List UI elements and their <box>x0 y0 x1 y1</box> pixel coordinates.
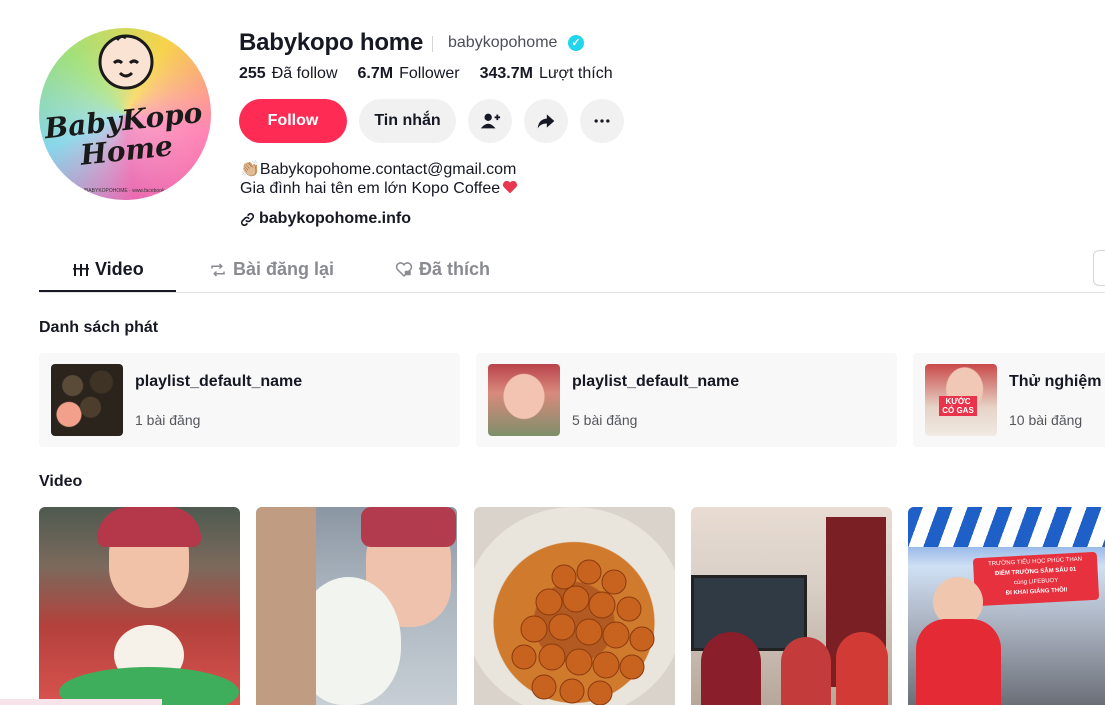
playlist-count: 10 bài đăng <box>1009 412 1083 428</box>
video-tapioca-pearls <box>511 559 655 705</box>
video-thumbnail[interactable] <box>39 507 240 705</box>
tab-video[interactable]: Video <box>73 259 144 280</box>
bio-description: Gia đình hai tên em lớn Kopo Coffee <box>240 180 518 198</box>
video-hand <box>256 507 316 705</box>
video-thumbnail[interactable] <box>256 507 457 705</box>
bio-description-text: Gia đình hai tên em lớn Kopo Coffee <box>240 180 501 197</box>
likes-count: 343.7M <box>479 65 533 82</box>
avatar[interactable]: BabyKopo Home www.youtube.com/c/BABYKOPO… <box>39 28 211 200</box>
followers-label: Follower <box>399 65 460 82</box>
playlist-thumbnail <box>51 364 123 436</box>
likes-label: Lượt thích <box>538 65 613 82</box>
follow-button[interactable]: Follow <box>239 99 347 143</box>
video-person <box>836 632 888 705</box>
bio-link-text: babykopohome.info <box>259 210 411 227</box>
playlist-thumbnail-badge: KƯỚC CÓ GAS <box>939 396 977 416</box>
playlist-thumbnail <box>488 364 560 436</box>
baby-face-icon <box>98 34 154 90</box>
tab-repost-label: Bài đăng lại <box>233 259 335 279</box>
video-person-hair <box>361 507 456 547</box>
video-person <box>701 632 761 705</box>
playlist-count: 5 bài đăng <box>572 412 638 428</box>
playlist-name: playlist_default_name <box>135 373 303 390</box>
playlist-thumbnail: KƯỚC CÓ GAS <box>925 364 997 436</box>
tab-liked-label: Đã thích <box>419 259 491 279</box>
verified-badge-icon: ✓ <box>568 35 584 51</box>
grid-icon <box>73 263 89 276</box>
link-icon <box>240 212 255 226</box>
tab-liked[interactable]: Đã thích <box>395 259 490 280</box>
bottom-toast-edge <box>0 699 162 705</box>
playlist-card[interactable]: KƯỚC CÓ GAS Thử nghiệm c 10 bài đăng <box>913 353 1105 447</box>
playlist-name: Thử nghiệm c <box>1009 373 1105 390</box>
following-count: 255 <box>239 65 266 82</box>
sort-control-edge[interactable] <box>1093 250 1105 286</box>
followers-count: 6.7M <box>357 65 394 82</box>
tab-video-label: Video <box>95 259 144 279</box>
followers-stat[interactable]: 6.7M Follower <box>358 65 460 83</box>
playlist-card[interactable]: playlist_default_name 5 bài đăng <box>476 353 897 447</box>
following-label: Đã follow <box>271 65 338 82</box>
avatar-small-text: www.youtube.com/c/BABYKOPOHOME · www.fac… <box>39 188 211 194</box>
repost-icon <box>211 262 225 277</box>
likes-stat: 343.7M Lượt thích <box>480 65 613 83</box>
ellipsis-icon <box>594 119 610 123</box>
more-options-button[interactable] <box>580 99 624 143</box>
name-divider <box>432 36 433 52</box>
profile-name: Babykopo home <box>239 29 424 56</box>
tabs-divider <box>39 292 1105 293</box>
video-thumbnail[interactable]: TRƯỜNG TIỂU HỌC PHÚC THAN ĐIỂM TRƯỜNG SÂ… <box>908 507 1105 705</box>
add-user-icon <box>480 113 501 129</box>
profile-handle: babykopohome <box>448 34 558 51</box>
playlist-name: playlist_default_name <box>572 373 740 390</box>
bio-email: 👏🏼Babykopohome.contact@gmail.com <box>240 161 517 178</box>
tab-repost[interactable]: Bài đăng lại <box>209 259 334 280</box>
bio-link[interactable]: babykopohome.info <box>240 210 411 228</box>
video-person-shirt <box>916 619 1001 705</box>
share-button[interactable] <box>524 99 568 143</box>
share-icon <box>537 114 555 129</box>
message-button[interactable]: Tin nhắn <box>359 99 456 143</box>
videos-heading: Video <box>39 473 83 490</box>
add-friend-button[interactable] <box>468 99 512 143</box>
video-thumbnail[interactable] <box>691 507 892 705</box>
video-person-hair <box>97 507 201 547</box>
playlists-heading: Danh sách phát <box>39 319 159 336</box>
playlist-count: 1 bài đăng <box>135 412 201 428</box>
video-thumbnail[interactable] <box>474 507 675 705</box>
profile-stats: 255 Đã follow 6.7M Follower 343.7M Lượt thí… <box>239 65 613 83</box>
heart-icon <box>503 180 518 194</box>
video-person <box>781 637 831 705</box>
video-banner: TRƯỜNG TIỂU HỌC PHÚC THAN ĐIỂM TRƯỜNG SÂ… <box>972 551 1100 607</box>
heart-lock-icon <box>395 261 413 277</box>
video-tent-canopy <box>908 507 1105 547</box>
following-stat[interactable]: 255 Đã follow <box>239 65 338 83</box>
playlist-card[interactable]: playlist_default_name 1 bài đăng <box>39 353 460 447</box>
